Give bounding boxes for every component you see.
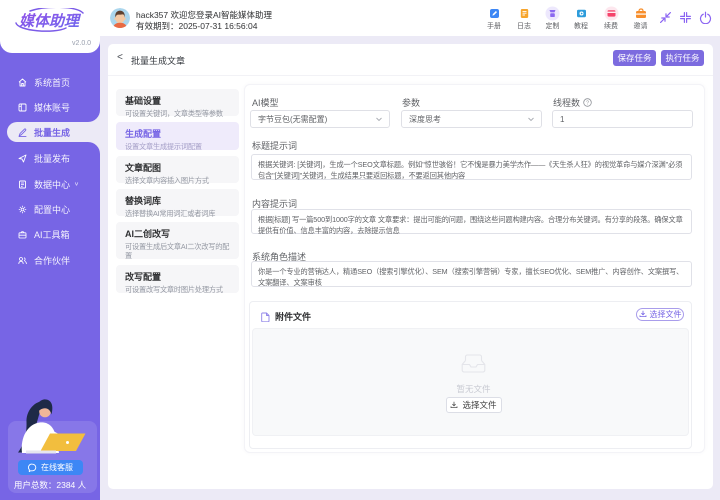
svg-text:媒体助理: 媒体助理 bbox=[18, 13, 82, 30]
svg-text:?: ? bbox=[586, 100, 589, 106]
